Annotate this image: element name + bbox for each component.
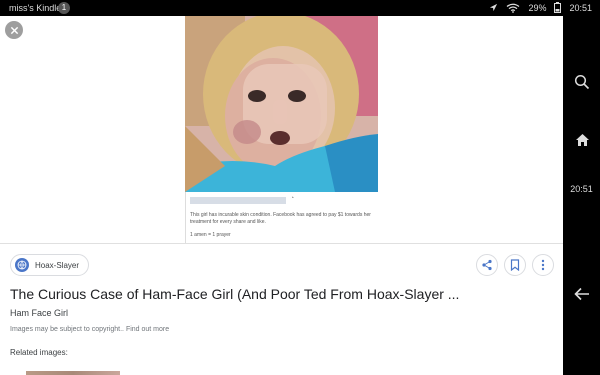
system-nav-bar: 20:51 bbox=[563, 16, 600, 375]
post-meta: 1 amen = 1 prayer bbox=[190, 232, 231, 238]
home-icon bbox=[575, 134, 589, 146]
status-bar: miss's Kindle 1 29% 20:51 bbox=[0, 0, 600, 16]
photo bbox=[185, 16, 378, 192]
post-preview: ◔ This girl has incurable skin condition… bbox=[185, 192, 378, 243]
close-button[interactable] bbox=[5, 21, 23, 39]
copyright-notice[interactable]: Images may be subject to copyright.. Fin… bbox=[10, 326, 169, 333]
battery-percent: 29% bbox=[528, 2, 547, 13]
location-icon bbox=[490, 3, 498, 12]
close-icon bbox=[10, 26, 18, 34]
preview-image[interactable]: ◔ This girl has incurable skin condition… bbox=[185, 16, 378, 243]
girl-photo-image bbox=[185, 16, 378, 192]
search-button[interactable] bbox=[571, 71, 593, 93]
divider bbox=[0, 243, 563, 244]
result-subtitle: Ham Face Girl bbox=[10, 308, 69, 318]
source-chip[interactable]: Hoax-Slayer bbox=[10, 254, 90, 276]
blurred-author bbox=[190, 197, 286, 204]
result-title[interactable]: The Curious Case of Ham-Face Girl (And P… bbox=[10, 286, 555, 302]
status-icons: 29% 20:51 bbox=[489, 2, 592, 13]
share-icon bbox=[482, 259, 492, 271]
share-button[interactable] bbox=[476, 254, 498, 276]
image-viewer: ◔ This girl has incurable skin condition… bbox=[0, 16, 563, 375]
globe-small-icon: ◔ bbox=[290, 195, 295, 202]
nav-time: 20:51 bbox=[570, 184, 593, 194]
save-button[interactable] bbox=[504, 254, 526, 276]
notification-badge[interactable]: 1 bbox=[58, 2, 70, 14]
back-button[interactable] bbox=[571, 283, 593, 305]
globe-icon bbox=[15, 258, 29, 272]
battery-icon bbox=[554, 2, 562, 13]
related-images-label: Related images: bbox=[10, 348, 68, 357]
status-time: 20:51 bbox=[569, 2, 592, 13]
bookmark-icon bbox=[510, 259, 520, 271]
back-icon bbox=[574, 287, 589, 301]
source-name: Hoax-Slayer bbox=[35, 260, 80, 270]
related-image-thumbnail[interactable] bbox=[26, 371, 120, 375]
home-button[interactable] bbox=[571, 129, 593, 151]
device-name: miss's Kindle bbox=[9, 3, 62, 13]
wifi-icon bbox=[507, 3, 520, 13]
search-icon bbox=[574, 74, 590, 90]
more-button[interactable] bbox=[532, 254, 554, 276]
more-vert-icon bbox=[541, 259, 545, 271]
post-caption: This girl has incurable skin condition. … bbox=[190, 212, 371, 225]
